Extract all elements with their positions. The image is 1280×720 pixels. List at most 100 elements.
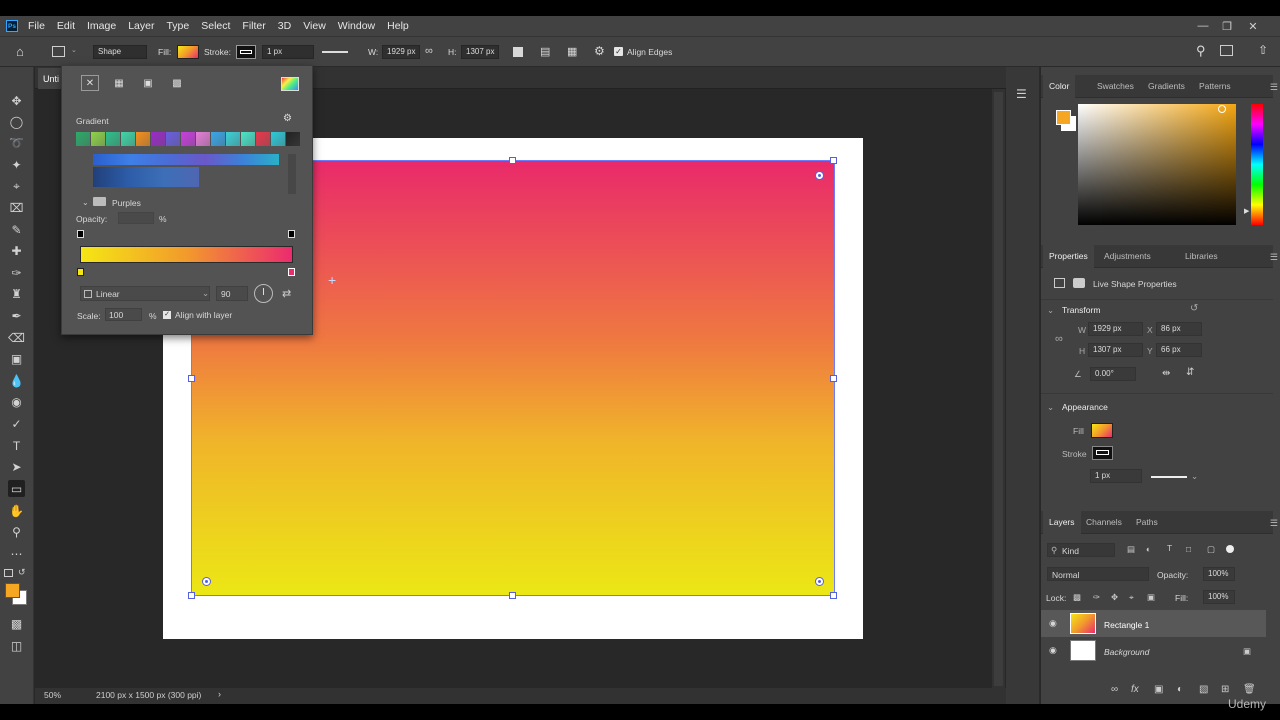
fill-field[interactable]: 100% xyxy=(1203,590,1235,604)
gradient-tool-icon[interactable]: ▣ xyxy=(8,350,25,367)
opacity-field[interactable] xyxy=(118,212,154,224)
transform-handle-bottom[interactable] xyxy=(509,592,516,599)
gradient-preset-swatch[interactable] xyxy=(211,132,225,146)
tab-adjustments[interactable]: Adjustments xyxy=(1098,245,1157,268)
tab-layers[interactable]: Layers xyxy=(1043,511,1081,534)
gradient-preset-swatch[interactable] xyxy=(271,132,285,146)
opacity-stop-right[interactable] xyxy=(288,230,295,238)
lock-all-icon[interactable]: ▣ xyxy=(1147,592,1155,603)
visibility-eye-icon[interactable]: ◉ xyxy=(1049,618,1059,628)
tab-swatches[interactable]: Swatches xyxy=(1091,75,1140,98)
tab-gradients[interactable]: Gradients xyxy=(1142,75,1191,98)
height-field[interactable]: 1307 px xyxy=(461,45,499,59)
link-icon[interactable]: ∞ xyxy=(425,45,433,57)
filter-smart-object-icon[interactable]: ▢ xyxy=(1207,544,1215,555)
zoom-level[interactable]: 50% xyxy=(44,690,61,700)
layer-filter-select[interactable]: ⚲ Kind xyxy=(1047,543,1115,557)
lock-image-icon[interactable]: ✑ xyxy=(1093,592,1100,603)
filter-type-icon[interactable]: T xyxy=(1167,543,1172,553)
menu-edit[interactable]: Edit xyxy=(51,16,81,36)
presets-scrollbar[interactable] xyxy=(288,154,296,194)
color-field[interactable] xyxy=(1078,104,1236,225)
marquee-tool-icon[interactable]: ◯ xyxy=(8,113,25,130)
adjustment-layer-icon[interactable]: ◐ xyxy=(1177,684,1183,695)
stroke-type-line-icon[interactable] xyxy=(322,51,348,53)
transform-handle-bottom-left[interactable] xyxy=(188,592,195,599)
hue-slider-arrow-icon[interactable]: ▶ xyxy=(1244,207,1249,215)
tab-color[interactable]: Color xyxy=(1043,75,1076,98)
chevron-down-icon[interactable]: ⌄ xyxy=(1191,471,1198,482)
vertical-scrollbar-thumb[interactable] xyxy=(994,92,1003,686)
tab-patterns[interactable]: Patterns xyxy=(1193,75,1237,98)
chevron-down-icon[interactable]: ⌄ xyxy=(71,46,77,54)
width-field[interactable]: 1929 px xyxy=(382,45,420,59)
layer-row[interactable]: ◉ Background ▣ xyxy=(1041,637,1266,664)
menu-filter[interactable]: Filter xyxy=(236,16,271,36)
link-icon[interactable]: ∞ xyxy=(1055,333,1063,345)
gradient-type-select[interactable]: Linear ⌄ xyxy=(80,286,210,301)
menu-3d[interactable]: 3D xyxy=(272,16,297,36)
color-picker-icon[interactable] xyxy=(281,77,299,91)
filter-adjustment-icon[interactable]: ◐ xyxy=(1146,544,1151,554)
gradient-preset-swatch[interactable] xyxy=(121,132,135,146)
blue-gradient-presets-row-2[interactable] xyxy=(93,167,199,187)
transform-handle-bottom-right[interactable] xyxy=(830,592,837,599)
menu-window[interactable]: Window xyxy=(332,16,381,36)
tab-libraries[interactable]: Libraries xyxy=(1179,245,1224,268)
align-edges-checkbox[interactable]: ✓ xyxy=(614,47,623,56)
align-with-layer-checkbox[interactable]: ✓ xyxy=(163,311,171,319)
link-layers-icon[interactable]: ∞ xyxy=(1111,684,1118,695)
pattern-icon[interactable]: ▩ xyxy=(168,75,186,91)
rectangle-tool-icon[interactable]: ▭ xyxy=(8,480,25,497)
height-field[interactable]: 1307 px xyxy=(1088,343,1143,357)
opacity-field[interactable]: 100% xyxy=(1203,567,1235,581)
history-panel-icon[interactable]: ☰ xyxy=(1016,87,1027,101)
menu-help[interactable]: Help xyxy=(381,16,415,36)
restore-icon[interactable]: ❐ xyxy=(1216,16,1238,36)
corner-radius-handle[interactable] xyxy=(202,577,211,586)
folder-name[interactable]: Purples xyxy=(112,198,141,208)
menu-type[interactable]: Type xyxy=(160,16,195,36)
menu-file[interactable]: File xyxy=(22,16,51,36)
flip-vertical-icon[interactable]: ⇵ xyxy=(1186,367,1194,378)
stroke-swatch[interactable] xyxy=(1092,446,1113,460)
color-stop-right[interactable] xyxy=(288,268,295,276)
share-icon[interactable]: ⇧ xyxy=(1258,43,1268,57)
pen-tool-icon[interactable]: ✓ xyxy=(8,415,25,432)
path-alignment-icon[interactable]: ▤ xyxy=(540,45,550,58)
fill-swatch[interactable] xyxy=(1091,423,1113,438)
add-mask-icon[interactable]: ▣ xyxy=(1154,684,1163,695)
gradient-preset-swatch[interactable] xyxy=(106,132,120,146)
gradient-preset-swatch[interactable] xyxy=(226,132,240,146)
workspace-icon[interactable] xyxy=(1220,45,1233,56)
filter-toggle[interactable] xyxy=(1226,545,1234,553)
more-tools-icon[interactable]: ⋯ xyxy=(8,545,25,562)
menu-view[interactable]: View xyxy=(297,16,332,36)
stroke-type-line-icon[interactable] xyxy=(1151,476,1187,478)
reverse-gradient-icon[interactable]: ⇄ xyxy=(282,287,291,300)
solid-color-icon[interactable]: ▦ xyxy=(110,75,128,91)
panel-menu-icon[interactable]: ☰ xyxy=(1270,252,1278,263)
fill-swatch[interactable] xyxy=(177,45,199,59)
path-operations-icon[interactable] xyxy=(513,47,523,57)
gradient-preset-swatch[interactable] xyxy=(166,132,180,146)
gradient-preset-swatch[interactable] xyxy=(241,132,255,146)
tool-mode-select[interactable]: Shape xyxy=(93,45,147,59)
layer-row[interactable]: ◉ Rectangle 1 xyxy=(1041,610,1266,637)
swap-colors-icon[interactable]: ↺ xyxy=(18,567,26,578)
scale-field[interactable]: 100 xyxy=(105,308,142,321)
visibility-eye-icon[interactable]: ◉ xyxy=(1049,645,1059,655)
tab-channels[interactable]: Channels xyxy=(1080,511,1128,534)
color-stop-left[interactable] xyxy=(77,268,84,276)
path-selection-tool-icon[interactable]: ➤ xyxy=(8,458,25,475)
eraser-tool-icon[interactable]: ⌫ xyxy=(8,329,25,346)
default-colors-icon[interactable] xyxy=(4,569,13,577)
chevron-down-icon[interactable]: ⌄ xyxy=(1047,305,1054,316)
blur-tool-icon[interactable]: 💧 xyxy=(8,372,25,389)
gradient-bar[interactable] xyxy=(80,246,293,263)
transform-handle-right[interactable] xyxy=(830,375,837,382)
x-field[interactable]: 86 px xyxy=(1156,322,1202,336)
opacity-stop-left[interactable] xyxy=(77,230,84,238)
no-color-icon[interactable]: ✕ xyxy=(81,75,99,91)
search-icon[interactable]: ⚲ xyxy=(1196,43,1206,59)
